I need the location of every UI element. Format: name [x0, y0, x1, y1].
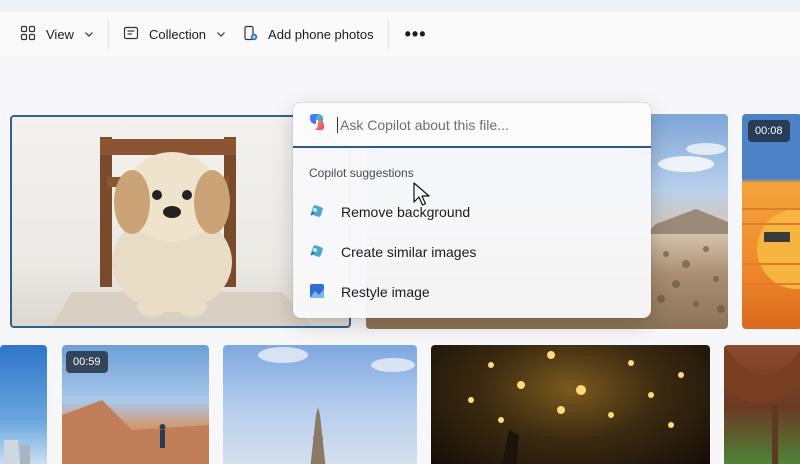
- more-icon: •••: [404, 23, 427, 44]
- chevron-down-icon: [216, 27, 226, 42]
- restyle-image-icon: [309, 283, 325, 302]
- palm-photo-image: [724, 345, 800, 464]
- photo-tile-concert[interactable]: [431, 345, 710, 464]
- collection-icon: [123, 26, 139, 43]
- title-strip: [0, 0, 800, 12]
- copilot-suggestions-heading: Copilot suggestions: [309, 166, 414, 180]
- more-options-button[interactable]: •••: [395, 18, 437, 50]
- suggestion-remove-background[interactable]: Remove background: [309, 199, 635, 225]
- suggestion-label: Restyle image: [341, 284, 430, 300]
- view-label: View: [46, 26, 74, 42]
- concert-photo-image: [468, 351, 684, 464]
- add-phone-photos-button[interactable]: Add phone photos: [234, 18, 382, 50]
- copilot-logo-icon: [307, 112, 327, 137]
- city-photo-image: [4, 440, 30, 464]
- mouse-cursor-icon: [413, 182, 431, 213]
- collection-label: Collection: [148, 26, 207, 42]
- magic-brush-icon: [309, 203, 325, 222]
- orange-building-image: [742, 208, 800, 289]
- toolbar-divider: [107, 19, 109, 49]
- magic-brush-icon: [309, 243, 325, 262]
- photo-tile-eiffel[interactable]: [223, 345, 417, 464]
- add-phone-photos-label: Add phone photos: [268, 26, 374, 42]
- photo-tile-palm[interactable]: [724, 345, 800, 464]
- suggestion-create-similar-images[interactable]: Create similar images: [309, 239, 635, 265]
- collection-button[interactable]: Collection: [115, 18, 234, 50]
- photo-tile-city[interactable]: [0, 345, 47, 464]
- video-tile-hike[interactable]: 00:59: [62, 345, 209, 464]
- copilot-popup: Copilot suggestions Remove background Cr…: [293, 103, 651, 318]
- copilot-input-row: [293, 103, 651, 148]
- view-grid-icon: [20, 25, 36, 44]
- chevron-down-icon: [84, 27, 94, 42]
- suggestion-label: Remove background: [341, 204, 471, 220]
- suggestion-restyle-image[interactable]: Restyle image: [309, 279, 635, 305]
- video-duration-badge: 00:08: [748, 120, 790, 142]
- suggestion-label: Create similar images: [341, 244, 477, 260]
- copilot-ask-input[interactable]: [337, 116, 627, 133]
- phone-icon: [242, 25, 258, 44]
- command-bar: View Collection Add phone photos •••: [0, 12, 800, 56]
- eiffel-photo-image: [258, 347, 415, 464]
- view-button[interactable]: View: [12, 18, 102, 50]
- toolbar-divider: [387, 19, 389, 49]
- video-tile-orange-building[interactable]: 00:08: [742, 114, 800, 329]
- video-duration-badge: 00:59: [66, 351, 108, 373]
